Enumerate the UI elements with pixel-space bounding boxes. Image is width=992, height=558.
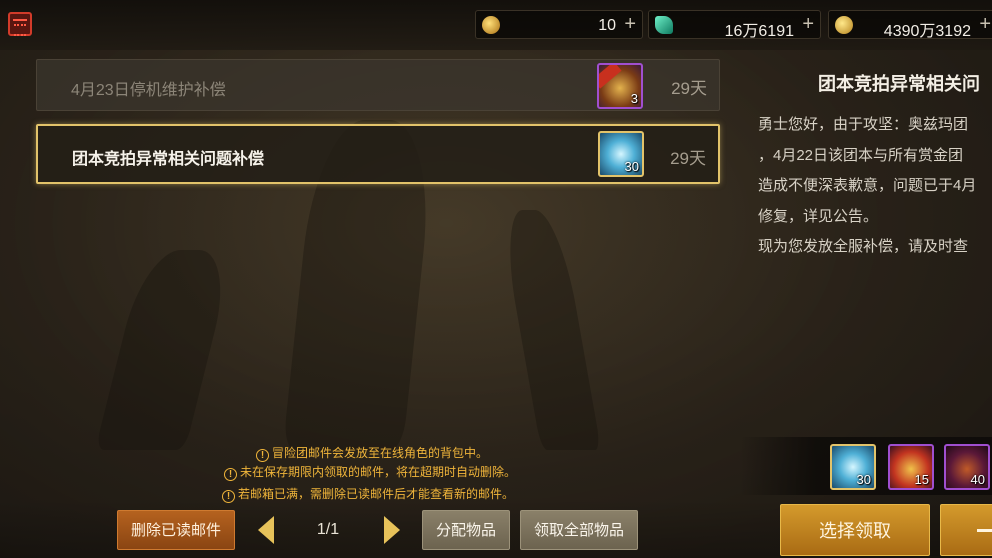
purple-orb-icon[interactable]: 40: [944, 444, 990, 490]
crystal-cluster-icon: 30: [598, 131, 644, 177]
mail-days-left: 29天: [670, 149, 706, 168]
currency-gold-coin: 4390万3192 +: [828, 10, 992, 40]
next-page-arrow-icon[interactable]: [384, 516, 400, 544]
attachment-count: 40: [970, 472, 985, 487]
attachment-count: 30: [856, 472, 871, 487]
gold-coin-icon: [835, 16, 853, 34]
mail-title: 4月23日停机维护补偿: [71, 82, 226, 99]
top-bar: 10 + 16万6191 + 4390万3192 +: [0, 0, 992, 50]
ticket-tag-icon: [599, 65, 622, 89]
ticket-scroll-icon[interactable]: 15: [888, 444, 934, 490]
attachment-count: 15: [914, 472, 929, 487]
mail-detail-title: 团本竞拍异常相关问: [818, 74, 980, 94]
add-green-gem-button[interactable]: +: [802, 13, 814, 36]
background-tree: [498, 210, 602, 450]
notice-line: ! 未在保存期限内领取的邮件，将在超期时自动删除。: [224, 463, 516, 481]
add-gold-coin-button[interactable]: +: [979, 13, 991, 36]
c-coin-icon: [482, 16, 500, 34]
distribute-items-button[interactable]: 分配物品: [422, 510, 510, 550]
prev-page-arrow-icon[interactable]: [258, 516, 274, 544]
detail-line: 现为您发放全服补偿，请及时查: [758, 238, 969, 255]
page-indicator: 1/1: [316, 521, 340, 538]
currency-c-coin: 10 +: [475, 10, 643, 39]
notice-text: 冒险团邮件会发放至在线角色的背包中。: [272, 446, 489, 460]
item-count: 3: [630, 91, 638, 106]
currency-green-gem: 16万6191 +: [648, 10, 821, 40]
notice-text: 若邮箱已满，需删除已读邮件后才能查看新的邮件。: [238, 487, 515, 501]
mail-item-maintenance[interactable]: 4月23日停机维护补偿 3 29天: [36, 59, 720, 111]
detail-line: ，4月22日该团本与所有赏金团: [758, 146, 964, 164]
notice-text: 未在保存期限内领取的邮件，将在超期时自动删除。: [240, 465, 517, 479]
select-claim-button[interactable]: 选择领取: [780, 504, 930, 556]
detail-line: 造成不便深表歉意，问题已于4月: [758, 177, 977, 194]
delete-read-mail-button[interactable]: 删除已读邮件: [117, 510, 235, 550]
minus-icon[interactable]: [940, 504, 992, 556]
detail-line: 勇士您好，由于攻坚：奥兹玛团: [758, 116, 969, 133]
warning-icon: !: [256, 449, 269, 462]
mail-item-auction-compensation[interactable]: 团本竞拍异常相关问题补偿 30 29天: [36, 124, 720, 184]
currency-value: 10: [598, 17, 616, 34]
crystal-cluster-icon[interactable]: 30: [830, 444, 876, 490]
coin-bag-icon: 3: [597, 63, 643, 109]
calendar-icon[interactable]: [8, 12, 32, 36]
mail-days-left: 29天: [671, 79, 707, 98]
mail-title: 团本竞拍异常相关问题补偿: [72, 151, 265, 168]
item-count: 30: [624, 159, 639, 174]
background-tree: [95, 250, 235, 450]
currency-value: 16万6191: [724, 23, 794, 40]
mail-detail-body: 勇士您好，由于攻坚：奥兹玛团 ，4月22日该团本与所有赏金团 造成不便深表歉意，…: [758, 110, 992, 263]
warning-icon: !: [224, 468, 237, 481]
currency-value: 4390万3192: [883, 23, 971, 40]
detail-line: 修复，详见公告。: [758, 207, 879, 225]
claim-all-button[interactable]: 领取全部物品: [520, 510, 638, 550]
green-gem-icon: [655, 16, 673, 34]
add-c-coin-button[interactable]: +: [624, 13, 636, 36]
notice-line: ! 冒险团邮件会发放至在线角色的背包中。: [256, 444, 488, 462]
